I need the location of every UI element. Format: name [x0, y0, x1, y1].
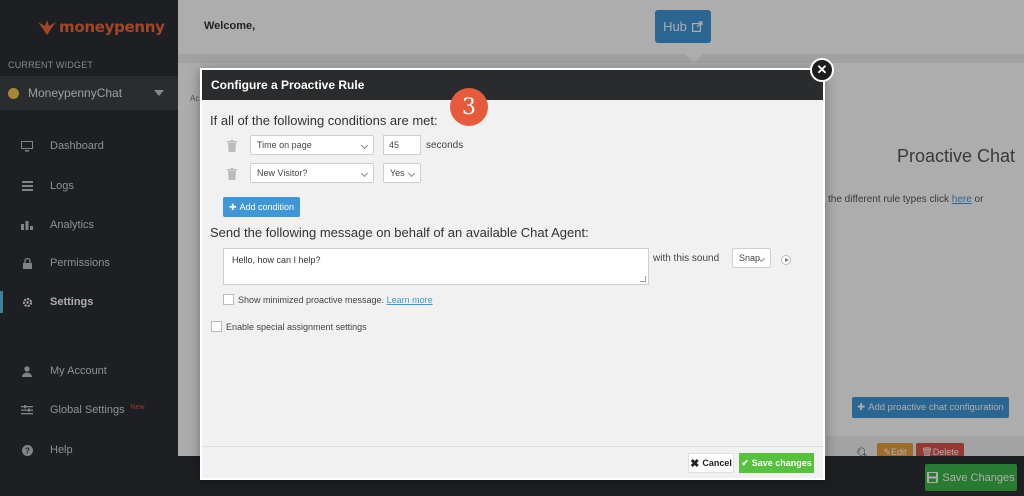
add-condition-button[interactable]: ✚ Add condition [223, 197, 300, 217]
condition-value: Yes [390, 168, 405, 178]
message-text: Hello, how can I help? [232, 255, 321, 265]
chevron-down-icon [360, 141, 369, 150]
message-textarea[interactable]: Hello, how can I help? [223, 248, 649, 285]
modal-title: Configure a Proactive Rule [211, 78, 365, 92]
chevron-down-icon [407, 169, 416, 178]
sound-select[interactable]: Snap [732, 248, 771, 268]
remove-condition-trash-icon[interactable] [226, 139, 238, 153]
condition-value-select[interactable]: Yes [383, 163, 421, 183]
condition-unit: seconds [426, 140, 464, 151]
show-minimized-checkbox[interactable] [223, 294, 234, 305]
step-number-badge: 3 [450, 88, 488, 126]
sound-label: with this sound [653, 253, 720, 264]
show-minimized-text: Show minimized proactive message. Learn … [238, 295, 433, 305]
learn-more-link[interactable]: Learn more [387, 295, 433, 305]
save-label: Save changes [751, 458, 812, 468]
show-minimized-label: Show minimized proactive message. [238, 295, 385, 305]
modal-header: Configure a Proactive Rule [202, 70, 823, 100]
save-changes-modal-button[interactable]: ✔ Save changes [739, 453, 814, 473]
message-heading: Send the following message on behalf of … [210, 225, 589, 240]
cancel-button[interactable]: ✖ Cancel [688, 453, 734, 473]
remove-condition-trash-icon[interactable] [226, 167, 238, 181]
condition-field-select[interactable]: New Visitor? [250, 163, 374, 183]
close-modal-icon[interactable]: ✕ [810, 58, 834, 82]
condition-field-select[interactable]: Time on page [250, 135, 374, 155]
add-condition-label: Add condition [239, 202, 295, 212]
condition-value-input[interactable]: 45 [383, 135, 421, 155]
proactive-rule-modal: Configure a Proactive Rule If all of the… [200, 68, 825, 480]
chevron-down-icon [360, 169, 369, 178]
cancel-label: Cancel [702, 458, 732, 468]
special-assignment-label: Enable special assignment settings [226, 322, 367, 332]
condition-field-value: New Visitor? [257, 168, 308, 178]
condition-field-value: Time on page [257, 140, 312, 150]
plus-icon: ✚ [228, 201, 237, 212]
play-sound-icon[interactable] [781, 255, 791, 265]
special-assignment-checkbox[interactable] [211, 321, 222, 332]
check-icon: ✔ [741, 457, 749, 468]
close-icon: ✖ [690, 457, 700, 470]
conditions-heading: If all of the following conditions are m… [210, 113, 438, 128]
resize-grip-icon[interactable] [640, 276, 646, 282]
